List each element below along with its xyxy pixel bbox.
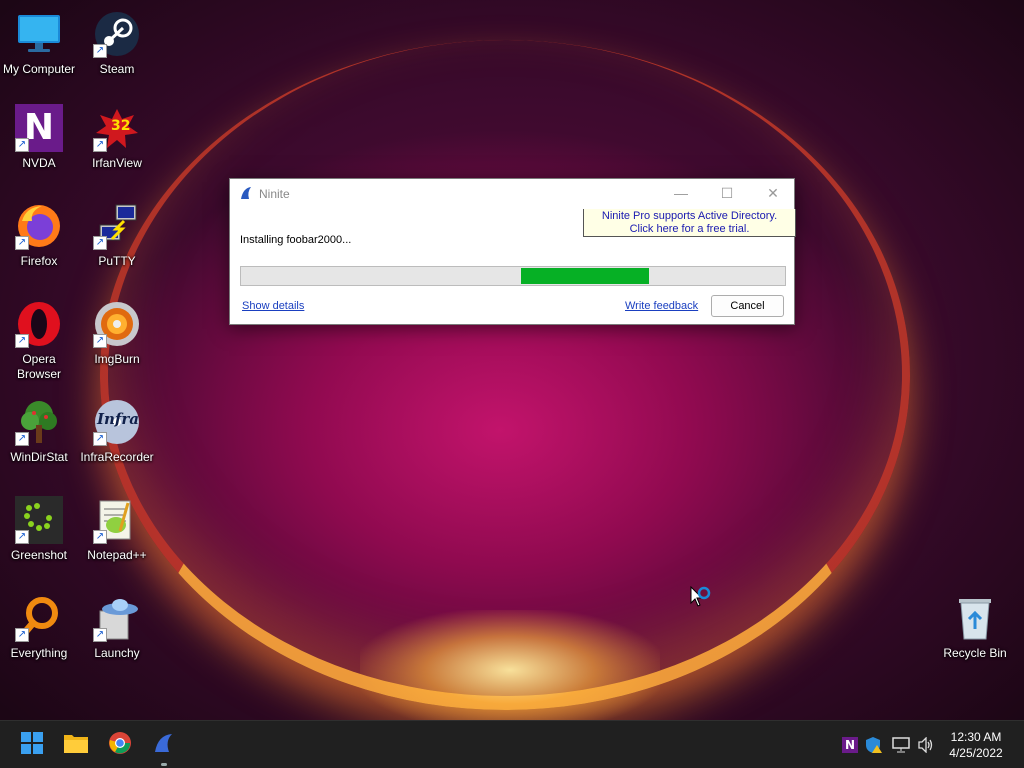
busy-cursor-icon: [690, 585, 716, 617]
desktop-icon-nvda[interactable]: N ↗ NVDA: [0, 104, 78, 171]
shortcut-arrow-icon: ↗: [15, 138, 29, 152]
shortcut-arrow-icon: ↗: [15, 432, 29, 446]
taskbar: N 12:30 AM 4/25/2022: [0, 720, 1024, 768]
file-explorer-icon: [63, 732, 89, 759]
shortcut-arrow-icon: ↗: [93, 138, 107, 152]
shortcut-arrow-icon: ↗: [93, 236, 107, 250]
chrome-icon: [108, 731, 132, 760]
clock-date: 4/25/2022: [949, 746, 1003, 760]
desktop-icon-recycle-bin[interactable]: Recycle Bin: [936, 594, 1014, 661]
desktop-icon-windirstat[interactable]: ↗ WinDirStat: [0, 398, 78, 465]
desktop-icon-opera[interactable]: ↗ Opera Browser: [0, 300, 78, 382]
taskbar-chrome[interactable]: [104, 729, 136, 761]
desktop-icon-putty[interactable]: ↗ PuTTY: [78, 202, 156, 269]
nvda-icon: N ↗: [15, 104, 63, 152]
ninite-icon: [239, 186, 253, 203]
everything-icon: ↗: [15, 594, 63, 642]
clock-time: 12:30 AM: [950, 730, 1002, 744]
desktop-icon-launchy[interactable]: ↗ Launchy: [78, 594, 156, 661]
recycle-bin-icon: [951, 594, 999, 642]
launchy-icon: ↗: [93, 594, 141, 642]
security-warning-icon[interactable]: [864, 735, 884, 755]
desktop-icon-firefox[interactable]: ↗ Firefox: [0, 202, 78, 269]
taskbar-file-explorer[interactable]: [60, 729, 92, 761]
show-details-link[interactable]: Show details: [242, 300, 304, 312]
opera-icon: ↗: [15, 300, 63, 348]
start-button[interactable]: [16, 729, 48, 761]
imgburn-icon: ↗: [93, 300, 141, 348]
volume-icon[interactable]: [916, 735, 936, 755]
putty-icon: ↗: [93, 202, 141, 250]
dialog-titlebar[interactable]: Ninite — ☐ ✕: [230, 179, 794, 207]
shortcut-arrow-icon: ↗: [15, 334, 29, 348]
monitor-icon: [15, 10, 63, 58]
install-status: Installing foobar2000...: [240, 234, 352, 246]
write-feedback-link[interactable]: Write feedback: [625, 300, 698, 312]
shortcut-arrow-icon: ↗: [93, 530, 107, 544]
running-indicator: [161, 763, 167, 766]
shortcut-arrow-icon: ↗: [93, 44, 107, 58]
maximize-button[interactable]: ☐: [712, 183, 742, 203]
desktop-icon-irfanview[interactable]: 32 ↗ IrfanView: [78, 104, 156, 171]
taskbar-ninite[interactable]: [148, 729, 180, 766]
start-icon: [20, 731, 44, 760]
desktop: My Computer N ↗ NVDA ↗ Firefox ↗ Opera B…: [0, 0, 1024, 720]
shortcut-arrow-icon: ↗: [15, 236, 29, 250]
ninite-dialog: Ninite — ☐ ✕ Ninite Pro supports Active …: [229, 178, 796, 325]
ninite-icon: [153, 732, 175, 759]
infrarecorder-icon: Infra ↗: [93, 398, 141, 446]
desktop-icon-greenshot[interactable]: ↗ Greenshot: [0, 496, 78, 563]
network-icon[interactable]: [891, 735, 911, 755]
notepadpp-icon: ↗: [93, 496, 141, 544]
cancel-button[interactable]: Cancel: [711, 295, 784, 317]
shortcut-arrow-icon: ↗: [15, 530, 29, 544]
firefox-icon: ↗: [15, 202, 63, 250]
irfanview-icon: 32 ↗: [93, 104, 141, 152]
desktop-icon-notepadpp[interactable]: ↗ Notepad++: [78, 496, 156, 563]
shortcut-arrow-icon: ↗: [93, 432, 107, 446]
desktop-icon-imgburn[interactable]: ↗ ImgBurn: [78, 300, 156, 367]
progress-bar: [240, 266, 786, 286]
greenshot-icon: ↗: [15, 496, 63, 544]
wallpaper-glow: [360, 610, 660, 720]
ninite-pro-promo[interactable]: Ninite Pro supports Active Directory. Cl…: [583, 209, 796, 237]
steam-icon: ↗: [93, 10, 141, 58]
close-button[interactable]: ✕: [758, 183, 788, 203]
nvda-tray-icon[interactable]: N: [840, 735, 860, 755]
desktop-icon-everything[interactable]: ↗ Everything: [0, 594, 78, 661]
shortcut-arrow-icon: ↗: [15, 628, 29, 642]
taskbar-clock[interactable]: 12:30 AM 4/25/2022: [936, 729, 1016, 761]
progress-fill: [521, 268, 649, 284]
desktop-icon-my-computer[interactable]: My Computer: [0, 10, 78, 77]
desktop-icon-steam[interactable]: ↗ Steam: [78, 10, 156, 77]
shortcut-arrow-icon: ↗: [93, 628, 107, 642]
windirstat-icon: ↗: [15, 398, 63, 446]
dialog-title: Ninite: [259, 187, 290, 201]
desktop-icon-infrarecorder[interactable]: Infra ↗ InfraRecorder: [78, 398, 156, 465]
minimize-button[interactable]: —: [666, 183, 696, 203]
shortcut-arrow-icon: ↗: [93, 334, 107, 348]
